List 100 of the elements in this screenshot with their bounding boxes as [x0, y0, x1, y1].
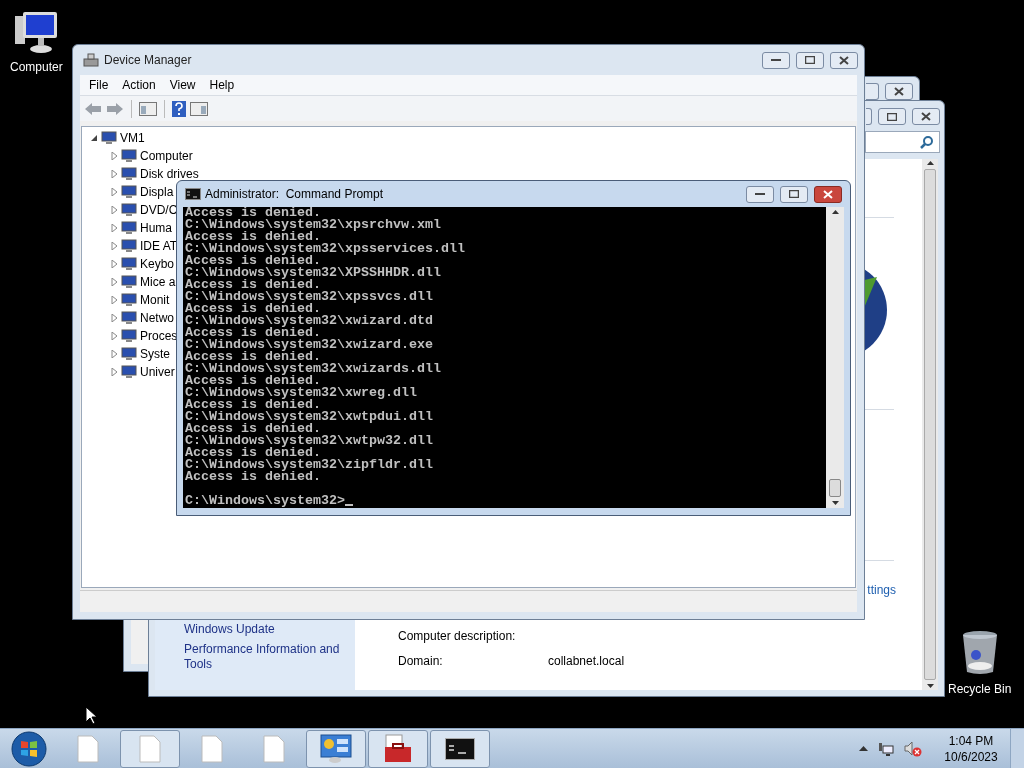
menu-item[interactable]: Action: [115, 76, 163, 94]
tree-item[interactable]: Computer: [90, 147, 193, 165]
search-field[interactable]: [865, 131, 940, 153]
console-tree-icon[interactable]: [139, 101, 157, 116]
menu-item[interactable]: View: [162, 76, 203, 94]
tree-label: DVD/C: [140, 202, 178, 219]
help-icon[interactable]: [172, 100, 186, 117]
show-hidden-icons-icon[interactable]: [859, 746, 868, 751]
scroll-up-icon[interactable]: [831, 210, 839, 214]
console-line: C:\Windows\system32\xwizard.dtd: [185, 315, 433, 327]
scroll-up-icon[interactable]: [926, 161, 934, 165]
settings-link[interactable]: ttings: [867, 581, 896, 599]
console-line: Access is denied.: [185, 423, 321, 435]
device-icon: [101, 131, 117, 145]
back-icon[interactable]: [84, 101, 102, 116]
clock-time[interactable]: 1:04 PM: [948, 732, 994, 749]
minimize-icon: [755, 192, 765, 196]
tree-item[interactable]: Univer: [90, 363, 175, 381]
clock-date[interactable]: 10/6/2023: [944, 748, 998, 765]
maximize-button[interactable]: [796, 51, 824, 69]
tree-label: Huma: [140, 220, 172, 237]
minimize-button[interactable]: [746, 185, 774, 203]
menu-item[interactable]: Help: [202, 76, 242, 94]
device-icon: [121, 293, 137, 307]
device-icon: [121, 347, 137, 361]
console-line: C:\Windows\system32\xpsservices.dll: [185, 243, 465, 255]
scroll-down-icon[interactable]: [926, 684, 934, 688]
scroll-thumb[interactable]: [924, 169, 936, 680]
tree-label: Computer: [140, 148, 193, 165]
tree-item[interactable]: Proces: [90, 327, 178, 345]
taskbar-button[interactable]: [430, 729, 490, 768]
computer-icon: [13, 10, 60, 54]
maximize-button[interactable]: [878, 108, 906, 125]
tree-item[interactable]: VM1: [90, 129, 145, 147]
collapsed-icon[interactable]: [110, 224, 118, 232]
collapsed-icon[interactable]: [110, 242, 118, 250]
close-button[interactable]: [885, 83, 913, 100]
tree-item[interactable]: Disk drives: [90, 165, 199, 183]
tree-label: Keybo: [140, 256, 175, 273]
menu-item[interactable]: File: [82, 76, 116, 94]
tree-item[interactable]: DVD/C: [90, 201, 178, 219]
tree-label: Univer: [140, 364, 175, 381]
console-line: Access is denied.: [185, 279, 321, 291]
maximize-button[interactable]: [780, 185, 808, 203]
tree-label: Netwo: [140, 310, 174, 327]
console-line: Access is denied.: [185, 447, 321, 459]
tree-label: Disk drives: [140, 166, 199, 183]
document-icon: [263, 734, 285, 763]
tree-item[interactable]: IDE AT: [90, 237, 178, 255]
tree-item[interactable]: Monit: [90, 291, 170, 309]
start-button[interactable]: [11, 730, 47, 767]
collapsed-icon[interactable]: [110, 170, 118, 178]
console-line: Access is denied.: [185, 399, 321, 411]
field-label: Computer description:: [398, 628, 517, 645]
tree-item[interactable]: Displa: [90, 183, 174, 201]
desktop-icon[interactable]: Recycle Bin: [948, 630, 1012, 698]
console-line: Access is denied.: [185, 471, 321, 483]
document-icon: [139, 734, 161, 763]
desktop-icon[interactable]: Computer: [10, 10, 63, 76]
console-line: Access is denied.: [185, 255, 321, 267]
close-button[interactable]: [814, 185, 842, 203]
tree-item[interactable]: Huma: [90, 219, 172, 237]
collapsed-icon[interactable]: [110, 188, 118, 196]
mouse-pointer-icon: [85, 706, 97, 725]
collapsed-icon[interactable]: [110, 296, 118, 304]
scroll-down-icon[interactable]: [831, 501, 839, 505]
collapsed-icon[interactable]: [110, 206, 118, 214]
text-cursor: [344, 504, 353, 506]
expanded-icon[interactable]: [90, 134, 98, 142]
collapsed-icon[interactable]: [110, 314, 118, 322]
tree-item[interactable]: Mice a: [90, 273, 176, 291]
sidebar-link[interactable]: Performance Information and Tools: [184, 642, 354, 672]
tree-label: IDE AT: [140, 238, 178, 255]
device-icon: [121, 239, 137, 253]
console-line: C:\Windows\system32\xwtpdui.dll: [185, 411, 433, 423]
collapsed-icon[interactable]: [110, 332, 118, 340]
muted-speaker-icon[interactable]: [904, 740, 922, 757]
collapsed-icon[interactable]: [110, 350, 118, 358]
collapsed-icon[interactable]: [110, 260, 118, 268]
collapsed-icon[interactable]: [110, 278, 118, 286]
minimize-icon: [771, 58, 781, 62]
console-line: C:\Windows\system32\zipfldr.dll: [185, 459, 433, 471]
forward-icon[interactable]: [106, 101, 124, 116]
collapsed-icon[interactable]: [110, 368, 118, 376]
minimize-button[interactable]: [762, 51, 790, 69]
tree-item[interactable]: Netwo: [90, 309, 174, 327]
tree-item[interactable]: Keybo: [90, 255, 175, 273]
scroll-thumb[interactable]: [829, 479, 841, 497]
network-icon[interactable]: [878, 740, 894, 757]
close-button[interactable]: [912, 108, 940, 125]
close-button[interactable]: [830, 51, 858, 69]
pane-icon[interactable]: [190, 101, 208, 116]
taskbar-button[interactable]: [368, 729, 428, 768]
console-line: C:\Windows\system32\xpssvcs.dll: [185, 291, 433, 303]
collapsed-icon[interactable]: [110, 152, 118, 160]
sidebar-link[interactable]: Windows Update: [184, 622, 354, 637]
tree-label: Displa: [140, 184, 174, 201]
console-prompt: C:\Windows\system32>: [185, 495, 345, 507]
tree-item[interactable]: Syste: [90, 345, 170, 363]
recycle-bin-icon: [960, 630, 999, 676]
